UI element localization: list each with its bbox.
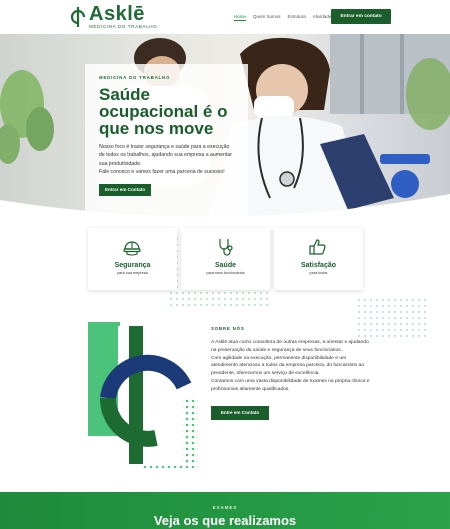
about-eyebrow: SOBRE NÓS <box>211 326 245 331</box>
header-contact-button[interactable]: Entrar em contato <box>331 9 391 24</box>
hero-text-main: Nosso foco é trazer segurança e saúde pa… <box>99 144 232 167</box>
feature-title: Segurança <box>114 262 151 269</box>
logo-wordmark: Asklē <box>89 3 145 25</box>
stethoscope-icon <box>219 239 233 256</box>
nav-item-quem-somos[interactable]: Quem Somos <box>253 14 281 21</box>
exames-title: Veja os que realizamos <box>153 513 297 528</box>
hero-eyebrow: MEDICINA DO TRABALHO <box>99 75 171 80</box>
about-logo-illustration <box>88 322 198 468</box>
about-paragraph: Contamos com uma vasta disponibilidade d… <box>211 378 370 392</box>
features-row: Segurança para sua empresa Saúde para se… <box>88 228 363 290</box>
nav-item-home[interactable]: Home <box>234 14 247 21</box>
feature-subtitle: para sua empresa <box>117 271 148 275</box>
feature-card-seguranca: Segurança para sua empresa <box>88 228 177 290</box>
exames-eyebrow: EXAMES <box>212 505 238 510</box>
feature-title: Satisfação <box>300 262 337 269</box>
site-header: Asklē MEDICINA DO TRABALHO Home Quem Som… <box>0 0 450 34</box>
about-contact-button[interactable]: Entre em Contato <box>211 405 269 420</box>
logo-tagline: MEDICINA DO TRABALHO <box>89 24 158 29</box>
about-text: A Asklē atua como consultora de outras e… <box>211 339 371 394</box>
feature-subtitle: para seus funcionários <box>206 271 245 275</box>
about-paragraph: A Asklē atua como consultora de outras e… <box>211 340 369 353</box>
hero-section: MEDICINA DO TRABALHO Saúde ocupacional é… <box>0 34 450 220</box>
thumbs-up-icon <box>309 239 326 255</box>
nav-item-estrutura[interactable]: Estrutura <box>288 14 306 21</box>
hero-wave-divider <box>0 194 450 220</box>
feature-title: Saúde <box>214 262 236 269</box>
feature-card-saude: Saúde para seus funcionários <box>181 228 270 290</box>
exames-section: EXAMES Veja os que realizamos <box>0 492 450 529</box>
site-logo[interactable]: Asklē MEDICINA DO TRABALHO <box>70 3 160 31</box>
hero-title: Saúde ocupacional é o que nos move <box>99 85 228 138</box>
hero-text: Nosso foco é trazer segurança e saúde pa… <box>99 143 234 177</box>
logo-mark-icon <box>70 7 86 27</box>
hero-text-cta: Fale conosco e vamos fazer uma parceria … <box>99 169 225 176</box>
main-nav: Home Quem Somos Estrutura Atividades <box>234 14 334 21</box>
about-paragraph: Com agilidade na execução, permanente di… <box>211 355 365 377</box>
feature-subtitle: para todos <box>309 271 328 275</box>
helmet-icon <box>123 241 141 256</box>
about-section: SOBRE NÓS A Asklē atua como consultora d… <box>211 326 371 420</box>
feature-card-satisfacao: Satisfação para todos <box>274 228 363 290</box>
